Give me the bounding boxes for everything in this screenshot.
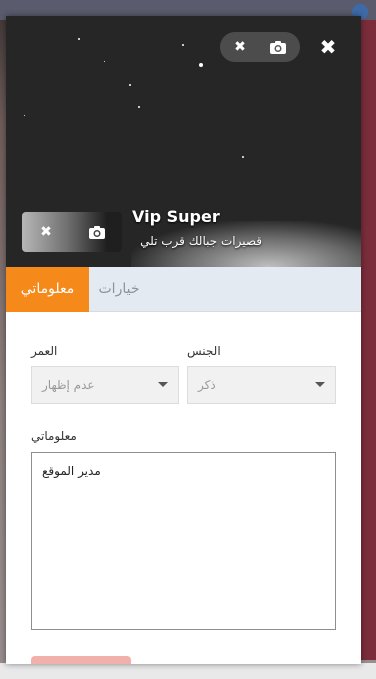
star <box>24 115 25 116</box>
star <box>104 61 105 62</box>
star <box>138 106 140 108</box>
remove-avatar-button[interactable]: ✖ <box>38 223 54 241</box>
backdrop-side-panel <box>360 20 376 660</box>
cover-tools: ✖ <box>220 32 300 62</box>
age-label: العمر <box>31 344 58 358</box>
star <box>78 38 80 40</box>
gender-label: الجنس <box>187 344 221 358</box>
close-icon: ✖ <box>319 35 337 59</box>
remove-icon: ✖ <box>40 224 52 240</box>
star <box>129 84 131 86</box>
avatar: ✖ <box>22 212 122 252</box>
age-select[interactable]: عدم إظهار <box>31 366 179 404</box>
user-name: Vip Super <box>132 207 220 226</box>
age-select-value: عدم إظهار <box>42 378 95 392</box>
profile-modal: ✖ ✖ ✖ Vip Super قصيرات جبالك قرب تلي معل… <box>6 16 361 664</box>
change-cover-button[interactable] <box>269 38 287 56</box>
info-label: معلوماتي <box>31 429 77 443</box>
remove-icon: ✖ <box>234 39 246 55</box>
tab-my-info[interactable]: معلوماتي <box>6 267 89 312</box>
star <box>182 44 184 46</box>
avatar-image <box>22 212 122 252</box>
gender-select-value: ذكر <box>198 378 216 392</box>
chevron-down-icon <box>158 382 168 387</box>
star <box>242 156 244 158</box>
tab-options[interactable]: خيارات <box>89 267 149 312</box>
user-status: قصيرات جبالك قرب تلي <box>140 234 262 248</box>
tab-bar: معلوماتي خيارات <box>6 267 361 312</box>
star <box>199 63 203 67</box>
camera-icon <box>89 226 105 239</box>
change-avatar-button[interactable] <box>88 223 106 241</box>
save-button[interactable] <box>31 656 131 664</box>
remove-cover-button[interactable]: ✖ <box>232 38 248 56</box>
info-text: مدير الموقع <box>42 464 101 478</box>
cover-image: ✖ ✖ ✖ Vip Super قصيرات جبالك قرب تلي <box>6 16 361 267</box>
backdrop-bottom-bar <box>0 663 376 679</box>
close-button[interactable]: ✖ <box>319 35 337 59</box>
info-textarea[interactable]: مدير الموقع <box>31 452 336 630</box>
chevron-down-icon <box>315 382 325 387</box>
gender-select[interactable]: ذكر <box>187 366 336 404</box>
camera-icon <box>270 41 286 54</box>
